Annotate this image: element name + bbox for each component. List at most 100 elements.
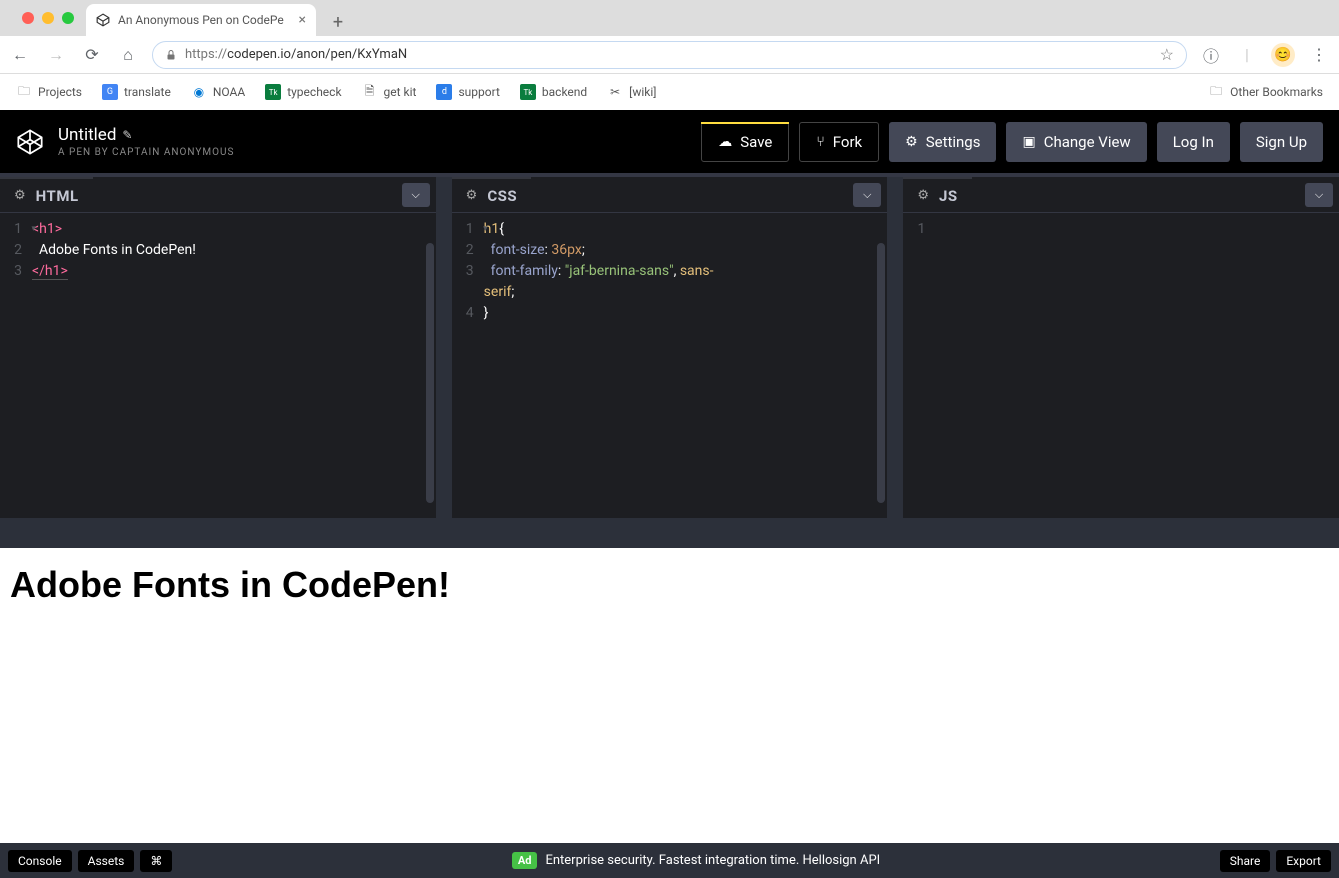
code-token: ;	[582, 242, 585, 258]
bookmark-label: get kit	[384, 85, 417, 99]
bookmark-label: [wiki]	[629, 85, 656, 99]
d-icon: d	[436, 84, 452, 100]
bookmark-translate[interactable]: Gtranslate	[102, 84, 171, 100]
shortcuts-button[interactable]: ⌘	[140, 850, 172, 872]
tk-icon: Tk	[520, 84, 536, 100]
footer-ad[interactable]: Ad Enterprise security. Fastest integrat…	[512, 852, 880, 869]
editor-dropdown-button[interactable]: ⌵	[853, 183, 881, 207]
fold-icon[interactable]: ▾	[483, 219, 488, 240]
bookmark-star-icon[interactable]: ☆	[1160, 45, 1174, 64]
editors-row: ⚙ HTML ⌵ 1▾<h1> 2 Adobe Fonts in CodePen…	[0, 173, 1339, 518]
bookmark-wiki[interactable]: ✂[wiki]	[607, 84, 656, 100]
console-button[interactable]: Console	[8, 850, 72, 872]
noaa-icon: ◉	[191, 84, 207, 100]
address-bar[interactable]: https://codepen.io/anon/pen/KxYmaN ☆	[152, 41, 1187, 69]
code-token: font-family	[491, 263, 558, 279]
new-tab-button[interactable]: +	[324, 8, 352, 36]
bookmark-label: NOAA	[213, 85, 245, 99]
editor-dropdown-button[interactable]: ⌵	[402, 183, 430, 207]
codepen-logo-icon[interactable]	[16, 128, 44, 156]
button-label: Change View	[1044, 133, 1131, 151]
pen-title-block: Untitled ✎ A PEN BY CAPTAIN ANONYMOUS	[58, 125, 234, 158]
forward-button[interactable]: →	[44, 43, 68, 67]
gear-icon[interactable]: ⚙	[917, 188, 929, 203]
html-code-area[interactable]: 1▾<h1> 2 Adobe Fonts in CodePen! 3</h1>	[0, 213, 436, 518]
codepen-favicon-icon	[96, 13, 110, 27]
pen-title[interactable]: Untitled ✎	[58, 125, 234, 145]
gear-icon[interactable]: ⚙	[14, 188, 26, 203]
scrollbar[interactable]	[426, 243, 434, 503]
line-number: 1	[903, 219, 935, 240]
editor-title: JS	[939, 187, 958, 205]
reload-button[interactable]: ⟳	[80, 43, 104, 67]
change-view-button[interactable]: ▣Change View	[1006, 122, 1146, 162]
ad-badge: Ad	[512, 852, 538, 869]
bookmark-projects[interactable]: 🗀Projects	[16, 84, 82, 100]
save-button[interactable]: ☁ Save	[701, 122, 789, 162]
maximize-window-icon[interactable]	[62, 12, 74, 24]
pen-title-text: Untitled	[58, 125, 116, 145]
editor-title: HTML	[36, 187, 79, 205]
share-button[interactable]: Share	[1220, 850, 1271, 872]
horizontal-resizer[interactable]	[0, 518, 1339, 548]
js-code-area[interactable]: 1	[903, 213, 1339, 518]
editor-header-left: ⚙ HTML	[0, 177, 93, 212]
fork-icon: ⑂	[816, 134, 824, 150]
html-editor: ⚙ HTML ⌵ 1▾<h1> 2 Adobe Fonts in CodePen…	[0, 177, 436, 518]
settings-button[interactable]: ⚙Settings	[889, 122, 996, 162]
code-token: sans-	[680, 263, 714, 279]
home-button[interactable]: ⌂	[116, 43, 140, 67]
url-text: https://codepen.io/anon/pen/KxYmaN	[185, 47, 407, 62]
bookmark-backend[interactable]: Tkbackend	[520, 84, 587, 100]
preview-heading: Adobe Fonts in CodePen!	[10, 564, 1329, 606]
editor-dropdown-button[interactable]: ⌵	[1305, 183, 1333, 207]
assets-button[interactable]: Assets	[78, 850, 135, 872]
button-label: Sign Up	[1256, 133, 1307, 151]
edit-pencil-icon[interactable]: ✎	[122, 128, 132, 142]
code-token: ;	[511, 284, 514, 300]
editor-title: CSS	[487, 187, 517, 205]
line-number: 3	[0, 261, 32, 282]
bookmark-label: Projects	[38, 85, 82, 99]
gear-icon[interactable]: ⚙	[466, 188, 478, 203]
browser-tab[interactable]: An Anonymous Pen on CodePe ×	[86, 4, 316, 36]
bookmark-getkit[interactable]: 🗎get kit	[362, 84, 417, 100]
back-button[interactable]: ←	[8, 43, 32, 67]
close-window-icon[interactable]	[22, 12, 34, 24]
login-button[interactable]: Log In	[1157, 122, 1230, 162]
scrollbar[interactable]	[877, 243, 885, 503]
bookmark-typecheck[interactable]: Tktypecheck	[265, 84, 341, 100]
css-code-area[interactable]: 1▾h1{ 2 font-size: 36px; 3 font-family: …	[452, 213, 888, 518]
fork-button[interactable]: ⑂ Fork	[799, 122, 879, 162]
editor-header: ⚙ HTML ⌵	[0, 177, 436, 213]
button-label: Save	[740, 133, 772, 151]
preview-pane: Adobe Fonts in CodePen!	[0, 548, 1339, 843]
code-token: font-size	[491, 242, 545, 258]
minimize-window-icon[interactable]	[42, 12, 54, 24]
close-tab-icon[interactable]: ×	[299, 12, 306, 28]
separator: |	[1235, 43, 1259, 67]
bookmark-noaa[interactable]: ◉ NOAA	[191, 84, 245, 100]
editor-header-left: ⚙ CSS	[452, 177, 531, 212]
bookmark-label: translate	[124, 85, 171, 99]
code-token: "jaf-bernina-sans"	[565, 263, 674, 279]
signup-button[interactable]: Sign Up	[1240, 122, 1323, 162]
profile-avatar[interactable]: 😊	[1271, 43, 1295, 67]
line-number	[452, 282, 484, 303]
footer-right: Share Export	[1220, 850, 1331, 872]
fold-icon[interactable]: ▾	[31, 219, 36, 240]
bookmark-label: Other Bookmarks	[1230, 85, 1323, 99]
line-number: 2	[0, 240, 32, 261]
menu-icon[interactable]: ⋮	[1307, 43, 1331, 67]
css-editor: ⚙ CSS ⌵ 1▾h1{ 2 font-size: 36px; 3 font-…	[452, 177, 888, 518]
other-bookmarks[interactable]: 🗀Other Bookmarks	[1208, 84, 1323, 100]
button-label: Fork	[833, 133, 862, 151]
bookmark-support[interactable]: dsupport	[436, 84, 499, 100]
cloud-icon: ☁	[718, 134, 732, 150]
bookmark-label: typecheck	[287, 85, 341, 99]
site-info-icon[interactable]: ⓘ	[1199, 43, 1223, 67]
button-label: Log In	[1173, 133, 1214, 151]
code-token: serif	[484, 284, 512, 300]
editor-header-left: ⚙ JS	[903, 177, 971, 212]
export-button[interactable]: Export	[1276, 850, 1331, 872]
